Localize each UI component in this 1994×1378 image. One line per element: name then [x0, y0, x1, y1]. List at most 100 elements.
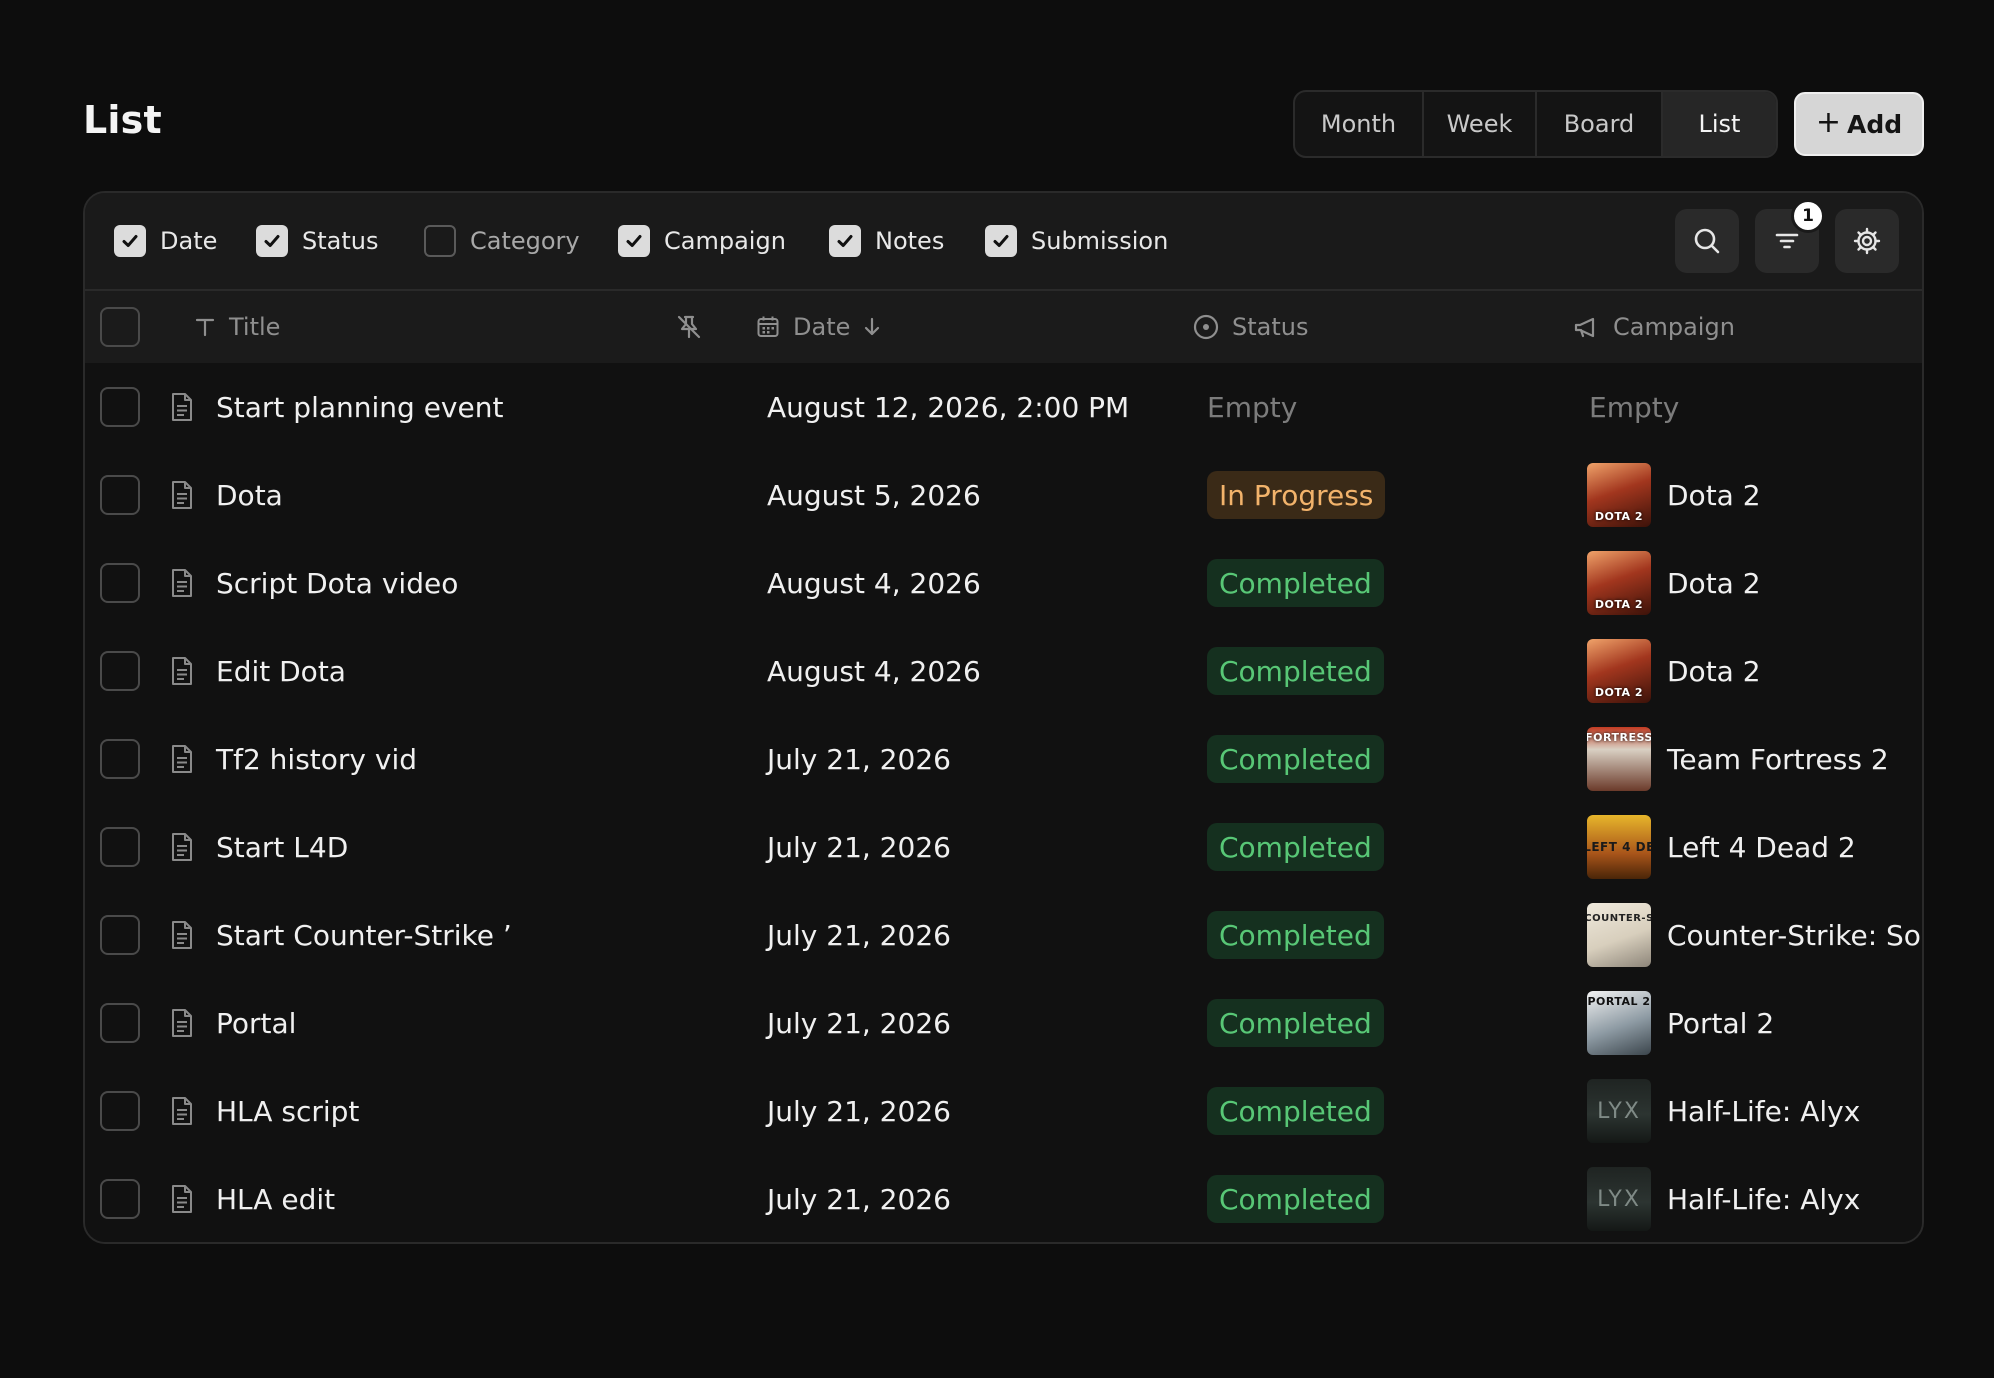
toggle-date[interactable]: Date	[114, 223, 217, 259]
checkbox-unchecked[interactable]	[424, 225, 456, 257]
table-row[interactable]: Tf2 history vid July 21, 2026 Completed …	[85, 715, 1922, 803]
header-title[interactable]: Title	[193, 291, 280, 363]
checkbox-checked[interactable]	[256, 225, 288, 257]
status-cell[interactable]: Completed	[1207, 803, 1384, 891]
campaign-cell[interactable]: DOTA 2 Dota 2	[1587, 627, 1922, 715]
table-row[interactable]: Script Dota video August 4, 2026 Complet…	[85, 539, 1922, 627]
row-checkbox[interactable]	[100, 651, 140, 691]
tab-month[interactable]: Month	[1295, 92, 1424, 156]
campaign-thumbnail: DOTA 2	[1587, 639, 1651, 703]
status-cell[interactable]: Completed	[1207, 1067, 1384, 1155]
row-checkbox[interactable]	[100, 1179, 140, 1219]
campaign-cell[interactable]: FORTRESS Team Fortress 2	[1587, 715, 1922, 803]
status-cell[interactable]: Completed	[1207, 539, 1384, 627]
toggle-notes[interactable]: Notes	[829, 223, 944, 259]
filter-button[interactable]: 1	[1755, 199, 1825, 273]
table-row[interactable]: Dota August 5, 2026 In Progress DOTA 2 D…	[85, 451, 1922, 539]
header-title-label: Title	[229, 313, 281, 341]
check-icon	[626, 235, 642, 247]
toggle-category[interactable]: Category	[424, 223, 580, 259]
title-cell[interactable]: HLA edit	[170, 1155, 645, 1242]
campaign-cell[interactable]: LYX Half-Life: Alyx	[1587, 1067, 1922, 1155]
campaign-cell[interactable]: PORTAL 2 Portal 2	[1587, 979, 1922, 1067]
date-cell[interactable]: July 21, 2026	[767, 803, 951, 891]
date-cell[interactable]: August 4, 2026	[767, 627, 981, 715]
table-row[interactable]: HLA edit July 21, 2026 Completed LYX Hal…	[85, 1155, 1922, 1242]
table-row[interactable]: Edit Dota August 4, 2026 Completed DOTA …	[85, 627, 1922, 715]
row-checkbox[interactable]	[100, 915, 140, 955]
title-cell[interactable]: Tf2 history vid	[170, 715, 645, 803]
title-cell[interactable]: Script Dota video	[170, 539, 645, 627]
header-campaign[interactable]: Campaign	[1573, 291, 1735, 363]
header-status[interactable]: Status	[1192, 291, 1308, 363]
add-button[interactable]: + Add	[1794, 92, 1924, 156]
campaign-name: Dota 2	[1667, 478, 1761, 512]
status-cell[interactable]: Completed	[1207, 1155, 1384, 1242]
date-cell[interactable]: August 5, 2026	[767, 451, 981, 539]
campaign-cell[interactable]: COUNTER-S Counter-Strike: Sou	[1587, 891, 1922, 979]
row-checkbox[interactable]	[100, 1091, 140, 1131]
search-button[interactable]	[1675, 209, 1739, 273]
title-cell[interactable]: Edit Dota	[170, 627, 645, 715]
table-row[interactable]: HLA script July 21, 2026 Completed LYX H…	[85, 1067, 1922, 1155]
toggle-campaign[interactable]: Campaign	[618, 223, 786, 259]
tab-list[interactable]: List	[1663, 92, 1776, 156]
toggle-label: Date	[160, 227, 218, 255]
toggle-submission[interactable]: Submission	[985, 223, 1168, 259]
row-checkbox[interactable]	[100, 563, 140, 603]
pin-off-icon	[677, 315, 701, 339]
date-cell[interactable]: July 21, 2026	[767, 715, 951, 803]
view-switcher: Month Week Board List	[1293, 90, 1778, 158]
campaign-cell-empty[interactable]: Empty	[1589, 363, 1922, 451]
document-icon	[172, 481, 192, 509]
checkbox-checked[interactable]	[618, 225, 650, 257]
calendar-icon	[757, 316, 779, 337]
row-title: Start Counter-Strike ’	[216, 918, 512, 952]
campaign-cell[interactable]: DOTA 2 Dota 2	[1587, 539, 1922, 627]
status-cell[interactable]: In Progress	[1207, 451, 1386, 539]
title-cell[interactable]: Portal	[170, 979, 645, 1067]
status-cell-empty[interactable]: Empty	[1207, 363, 1297, 451]
status-cell[interactable]: Completed	[1207, 891, 1384, 979]
date-cell[interactable]: August 4, 2026	[767, 539, 981, 627]
row-checkbox[interactable]	[100, 1003, 140, 1043]
unpin-column-button[interactable]	[675, 291, 703, 363]
settings-button[interactable]	[1835, 209, 1899, 273]
row-checkbox[interactable]	[100, 739, 140, 779]
row-checkbox[interactable]	[100, 827, 140, 867]
checkbox-checked[interactable]	[829, 225, 861, 257]
date-cell[interactable]: July 21, 2026	[767, 891, 951, 979]
row-title: Tf2 history vid	[216, 742, 418, 776]
campaign-cell[interactable]: DOTA 2 Dota 2	[1587, 451, 1922, 539]
date-cell[interactable]: August 12, 2026, 2:00 PM	[767, 363, 1129, 451]
checkbox-checked[interactable]	[985, 225, 1017, 257]
status-cell[interactable]: Completed	[1207, 979, 1384, 1067]
date-cell[interactable]: July 21, 2026	[767, 1067, 951, 1155]
table-row[interactable]: Portal July 21, 2026 Completed PORTAL 2 …	[85, 979, 1922, 1067]
status-cell[interactable]: Completed	[1207, 715, 1384, 803]
checkbox-checked[interactable]	[114, 225, 146, 257]
select-all-checkbox[interactable]	[100, 307, 140, 347]
tab-board[interactable]: Board	[1537, 92, 1663, 156]
title-cell[interactable]: Start Counter-Strike ’	[170, 891, 645, 979]
toggle-label: Submission	[1031, 227, 1169, 255]
title-cell[interactable]: Start L4D	[170, 803, 645, 891]
title-cell[interactable]: Start planning event	[170, 363, 645, 451]
header-campaign-label: Campaign	[1613, 313, 1735, 341]
table-row[interactable]: Start L4D July 21, 2026 Completed LEFT 4…	[85, 803, 1922, 891]
toggle-status[interactable]: Status	[256, 223, 378, 259]
title-cell[interactable]: Dota	[170, 451, 645, 539]
campaign-cell[interactable]: LYX Half-Life: Alyx	[1587, 1155, 1922, 1242]
title-cell[interactable]: HLA script	[170, 1067, 645, 1155]
date-cell[interactable]: July 21, 2026	[767, 1155, 951, 1242]
campaign-cell[interactable]: LEFT 4 DE Left 4 Dead 2	[1587, 803, 1922, 891]
row-checkbox[interactable]	[100, 387, 140, 427]
header-date[interactable]: Date	[755, 291, 882, 363]
date-cell[interactable]: July 21, 2026	[767, 979, 951, 1067]
table-row[interactable]: Start planning event August 12, 2026, 2:…	[85, 363, 1922, 451]
filter-icon	[1775, 233, 1799, 249]
row-checkbox[interactable]	[100, 475, 140, 515]
tab-week[interactable]: Week	[1424, 92, 1537, 156]
table-row[interactable]: Start Counter-Strike ’ July 21, 2026 Com…	[85, 891, 1922, 979]
status-cell[interactable]: Completed	[1207, 627, 1384, 715]
